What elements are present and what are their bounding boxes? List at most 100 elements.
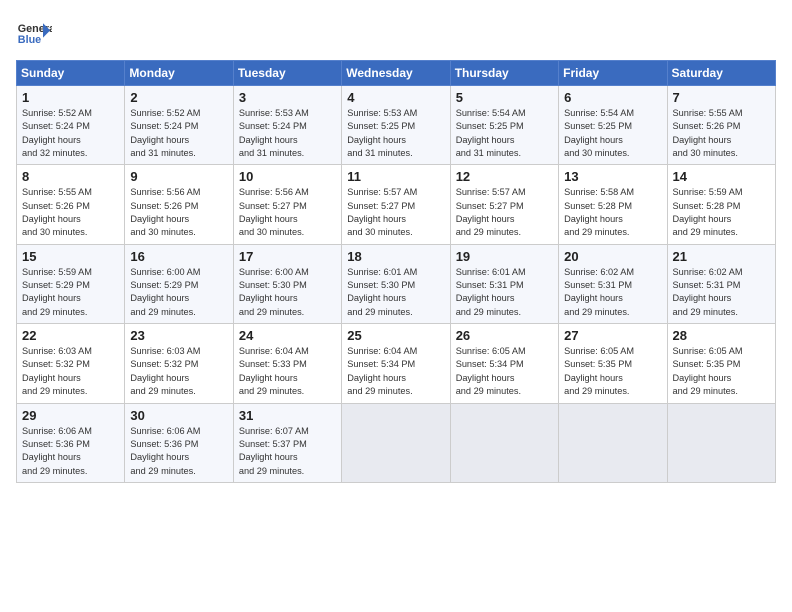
- day-detail: Sunrise: 6:03 AMSunset: 5:32 PMDaylight …: [22, 345, 119, 398]
- day-number: 29: [22, 408, 119, 423]
- day-number: 11: [347, 169, 444, 184]
- day-number: 20: [564, 249, 661, 264]
- day-number: 9: [130, 169, 227, 184]
- calendar-cell: 1 Sunrise: 5:52 AMSunset: 5:24 PMDayligh…: [17, 86, 125, 165]
- day-number: 22: [22, 328, 119, 343]
- day-detail: Sunrise: 5:52 AMSunset: 5:24 PMDaylight …: [22, 107, 119, 160]
- day-number: 6: [564, 90, 661, 105]
- calendar-cell: 5 Sunrise: 5:54 AMSunset: 5:25 PMDayligh…: [450, 86, 558, 165]
- day-detail: Sunrise: 5:56 AMSunset: 5:26 PMDaylight …: [130, 186, 227, 239]
- day-detail: Sunrise: 6:04 AMSunset: 5:34 PMDaylight …: [347, 345, 444, 398]
- day-number: 21: [673, 249, 770, 264]
- calendar-cell: 29 Sunrise: 6:06 AMSunset: 5:36 PMDaylig…: [17, 403, 125, 482]
- calendar-cell: 7 Sunrise: 5:55 AMSunset: 5:26 PMDayligh…: [667, 86, 775, 165]
- day-detail: Sunrise: 5:57 AMSunset: 5:27 PMDaylight …: [456, 186, 553, 239]
- col-header-thursday: Thursday: [450, 61, 558, 86]
- day-detail: Sunrise: 5:59 AMSunset: 5:28 PMDaylight …: [673, 186, 770, 239]
- calendar-cell: 28 Sunrise: 6:05 AMSunset: 5:35 PMDaylig…: [667, 324, 775, 403]
- logo: General Blue: [16, 16, 52, 52]
- calendar-cell: [667, 403, 775, 482]
- day-number: 7: [673, 90, 770, 105]
- day-number: 27: [564, 328, 661, 343]
- day-number: 31: [239, 408, 336, 423]
- calendar-cell: [559, 403, 667, 482]
- day-number: 30: [130, 408, 227, 423]
- calendar-cell: [450, 403, 558, 482]
- col-header-wednesday: Wednesday: [342, 61, 450, 86]
- day-detail: Sunrise: 6:00 AMSunset: 5:29 PMDaylight …: [130, 266, 227, 319]
- day-detail: Sunrise: 5:52 AMSunset: 5:24 PMDaylight …: [130, 107, 227, 160]
- day-number: 18: [347, 249, 444, 264]
- calendar-cell: 17 Sunrise: 6:00 AMSunset: 5:30 PMDaylig…: [233, 244, 341, 323]
- day-number: 19: [456, 249, 553, 264]
- day-number: 12: [456, 169, 553, 184]
- day-number: 4: [347, 90, 444, 105]
- day-detail: Sunrise: 5:55 AMSunset: 5:26 PMDaylight …: [673, 107, 770, 160]
- day-number: 15: [22, 249, 119, 264]
- calendar-cell: 11 Sunrise: 5:57 AMSunset: 5:27 PMDaylig…: [342, 165, 450, 244]
- day-detail: Sunrise: 6:05 AMSunset: 5:35 PMDaylight …: [564, 345, 661, 398]
- calendar-cell: 4 Sunrise: 5:53 AMSunset: 5:25 PMDayligh…: [342, 86, 450, 165]
- calendar-cell: 30 Sunrise: 6:06 AMSunset: 5:36 PMDaylig…: [125, 403, 233, 482]
- day-number: 5: [456, 90, 553, 105]
- calendar-cell: 13 Sunrise: 5:58 AMSunset: 5:28 PMDaylig…: [559, 165, 667, 244]
- calendar-cell: 3 Sunrise: 5:53 AMSunset: 5:24 PMDayligh…: [233, 86, 341, 165]
- day-detail: Sunrise: 5:54 AMSunset: 5:25 PMDaylight …: [456, 107, 553, 160]
- day-number: 3: [239, 90, 336, 105]
- day-number: 10: [239, 169, 336, 184]
- day-detail: Sunrise: 5:57 AMSunset: 5:27 PMDaylight …: [347, 186, 444, 239]
- day-detail: Sunrise: 6:06 AMSunset: 5:36 PMDaylight …: [22, 425, 119, 478]
- calendar-cell: [342, 403, 450, 482]
- page-header: General Blue: [16, 16, 776, 52]
- day-number: 8: [22, 169, 119, 184]
- day-detail: Sunrise: 5:53 AMSunset: 5:25 PMDaylight …: [347, 107, 444, 160]
- calendar-cell: 26 Sunrise: 6:05 AMSunset: 5:34 PMDaylig…: [450, 324, 558, 403]
- day-detail: Sunrise: 5:55 AMSunset: 5:26 PMDaylight …: [22, 186, 119, 239]
- day-detail: Sunrise: 6:00 AMSunset: 5:30 PMDaylight …: [239, 266, 336, 319]
- day-detail: Sunrise: 5:59 AMSunset: 5:29 PMDaylight …: [22, 266, 119, 319]
- col-header-sunday: Sunday: [17, 61, 125, 86]
- calendar-cell: 2 Sunrise: 5:52 AMSunset: 5:24 PMDayligh…: [125, 86, 233, 165]
- col-header-saturday: Saturday: [667, 61, 775, 86]
- calendar-cell: 18 Sunrise: 6:01 AMSunset: 5:30 PMDaylig…: [342, 244, 450, 323]
- day-number: 23: [130, 328, 227, 343]
- day-detail: Sunrise: 6:05 AMSunset: 5:34 PMDaylight …: [456, 345, 553, 398]
- day-detail: Sunrise: 6:02 AMSunset: 5:31 PMDaylight …: [564, 266, 661, 319]
- calendar-cell: 12 Sunrise: 5:57 AMSunset: 5:27 PMDaylig…: [450, 165, 558, 244]
- day-number: 26: [456, 328, 553, 343]
- day-number: 1: [22, 90, 119, 105]
- day-detail: Sunrise: 6:03 AMSunset: 5:32 PMDaylight …: [130, 345, 227, 398]
- logo-icon: General Blue: [16, 16, 52, 52]
- calendar-cell: 6 Sunrise: 5:54 AMSunset: 5:25 PMDayligh…: [559, 86, 667, 165]
- day-detail: Sunrise: 6:01 AMSunset: 5:30 PMDaylight …: [347, 266, 444, 319]
- svg-text:Blue: Blue: [18, 34, 41, 46]
- calendar-cell: 23 Sunrise: 6:03 AMSunset: 5:32 PMDaylig…: [125, 324, 233, 403]
- calendar-cell: 15 Sunrise: 5:59 AMSunset: 5:29 PMDaylig…: [17, 244, 125, 323]
- calendar-cell: 20 Sunrise: 6:02 AMSunset: 5:31 PMDaylig…: [559, 244, 667, 323]
- calendar-cell: 10 Sunrise: 5:56 AMSunset: 5:27 PMDaylig…: [233, 165, 341, 244]
- day-detail: Sunrise: 5:58 AMSunset: 5:28 PMDaylight …: [564, 186, 661, 239]
- day-detail: Sunrise: 6:04 AMSunset: 5:33 PMDaylight …: [239, 345, 336, 398]
- calendar-cell: 21 Sunrise: 6:02 AMSunset: 5:31 PMDaylig…: [667, 244, 775, 323]
- calendar-cell: 24 Sunrise: 6:04 AMSunset: 5:33 PMDaylig…: [233, 324, 341, 403]
- calendar-cell: 27 Sunrise: 6:05 AMSunset: 5:35 PMDaylig…: [559, 324, 667, 403]
- day-number: 28: [673, 328, 770, 343]
- calendar-cell: 16 Sunrise: 6:00 AMSunset: 5:29 PMDaylig…: [125, 244, 233, 323]
- calendar-cell: 19 Sunrise: 6:01 AMSunset: 5:31 PMDaylig…: [450, 244, 558, 323]
- calendar-table: SundayMondayTuesdayWednesdayThursdayFrid…: [16, 60, 776, 483]
- day-detail: Sunrise: 6:06 AMSunset: 5:36 PMDaylight …: [130, 425, 227, 478]
- day-detail: Sunrise: 5:56 AMSunset: 5:27 PMDaylight …: [239, 186, 336, 239]
- day-number: 16: [130, 249, 227, 264]
- day-detail: Sunrise: 6:05 AMSunset: 5:35 PMDaylight …: [673, 345, 770, 398]
- calendar-cell: 25 Sunrise: 6:04 AMSunset: 5:34 PMDaylig…: [342, 324, 450, 403]
- day-detail: Sunrise: 6:02 AMSunset: 5:31 PMDaylight …: [673, 266, 770, 319]
- col-header-tuesday: Tuesday: [233, 61, 341, 86]
- calendar-cell: 14 Sunrise: 5:59 AMSunset: 5:28 PMDaylig…: [667, 165, 775, 244]
- day-number: 14: [673, 169, 770, 184]
- col-header-monday: Monday: [125, 61, 233, 86]
- day-number: 24: [239, 328, 336, 343]
- calendar-cell: 9 Sunrise: 5:56 AMSunset: 5:26 PMDayligh…: [125, 165, 233, 244]
- day-detail: Sunrise: 6:07 AMSunset: 5:37 PMDaylight …: [239, 425, 336, 478]
- day-detail: Sunrise: 6:01 AMSunset: 5:31 PMDaylight …: [456, 266, 553, 319]
- day-number: 25: [347, 328, 444, 343]
